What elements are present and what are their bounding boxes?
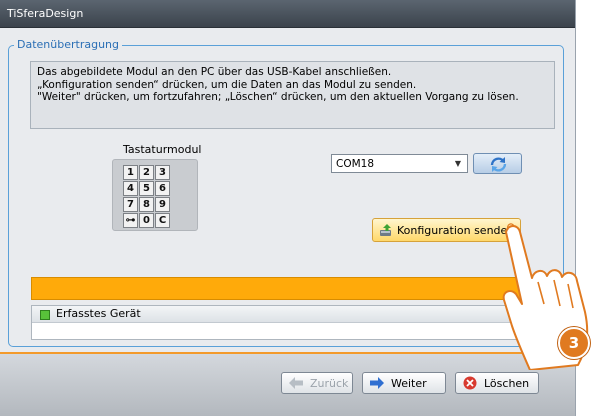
detected-devices-list: Erfasstes Gerät ▲ ▼: [31, 305, 552, 340]
status-indicator-icon: [40, 310, 50, 320]
keypad-key-key-icon: ⊶: [123, 213, 138, 228]
keypad-module-image: 1 2 3 4 5 6 7 8 9 ⊶ 0 C: [112, 159, 198, 231]
keypad-keys: 1 2 3 4 5 6 7 8 9 ⊶ 0 C: [123, 165, 170, 228]
next-label: Weiter: [391, 377, 427, 390]
keypad-key: 8: [139, 197, 154, 212]
keypad-key: 7: [123, 197, 138, 212]
keypad-key: 0: [139, 213, 154, 228]
delete-button[interactable]: Löschen: [455, 372, 539, 394]
group-title: Datenübertragung: [14, 38, 122, 51]
keypad-key: 4: [123, 181, 138, 196]
back-button[interactable]: Zurück: [281, 372, 353, 394]
instruction-line: „Konfiguration senden“ drücken, um die D…: [37, 78, 417, 91]
keypad-key: 5: [139, 181, 154, 196]
chevron-down-icon[interactable]: ▼: [451, 156, 465, 171]
list-item[interactable]: Erfasstes Gerät: [32, 306, 537, 323]
keypad-key: 9: [155, 197, 170, 212]
keypad-key: C: [155, 213, 170, 228]
progress-bar: [31, 277, 552, 300]
arrow-left-icon: [289, 377, 303, 389]
delete-label: Löschen: [484, 377, 530, 390]
device-label: Erfasstes Gerät: [56, 307, 141, 320]
window-title: TiSferaDesign: [7, 7, 84, 20]
refresh-ports-button[interactable]: [473, 153, 522, 174]
step-number-badge: 3: [558, 327, 590, 359]
com-port-select[interactable]: COM18 ▼: [331, 154, 468, 173]
keypad-key: 3: [155, 165, 170, 180]
app-window: TiSferaDesign Datenübertragung Das abgeb…: [0, 0, 576, 416]
cancel-icon: [463, 376, 477, 390]
module-label: Tastaturmodul: [123, 143, 202, 156]
instructions-box: Das abgebildete Modul an den PC über das…: [30, 61, 555, 129]
keypad-key: 6: [155, 181, 170, 196]
title-bar: TiSferaDesign: [0, 0, 575, 28]
keypad-key: 2: [139, 165, 154, 180]
back-label: Zurück: [310, 377, 349, 390]
keypad-key: 1: [123, 165, 138, 180]
com-port-value: COM18: [336, 158, 375, 170]
refresh-icon: [490, 157, 507, 172]
upload-device-icon: [380, 224, 391, 236]
instruction-line: Das abgebildete Modul an den PC über das…: [37, 66, 392, 78]
next-button[interactable]: Weiter: [362, 372, 446, 394]
instruction-line: "Weiter" drücken, um fortzufahren; „Lösc…: [37, 91, 519, 103]
arrow-right-icon: [370, 377, 384, 389]
send-configuration-label: Konfiguration senden: [397, 224, 515, 237]
